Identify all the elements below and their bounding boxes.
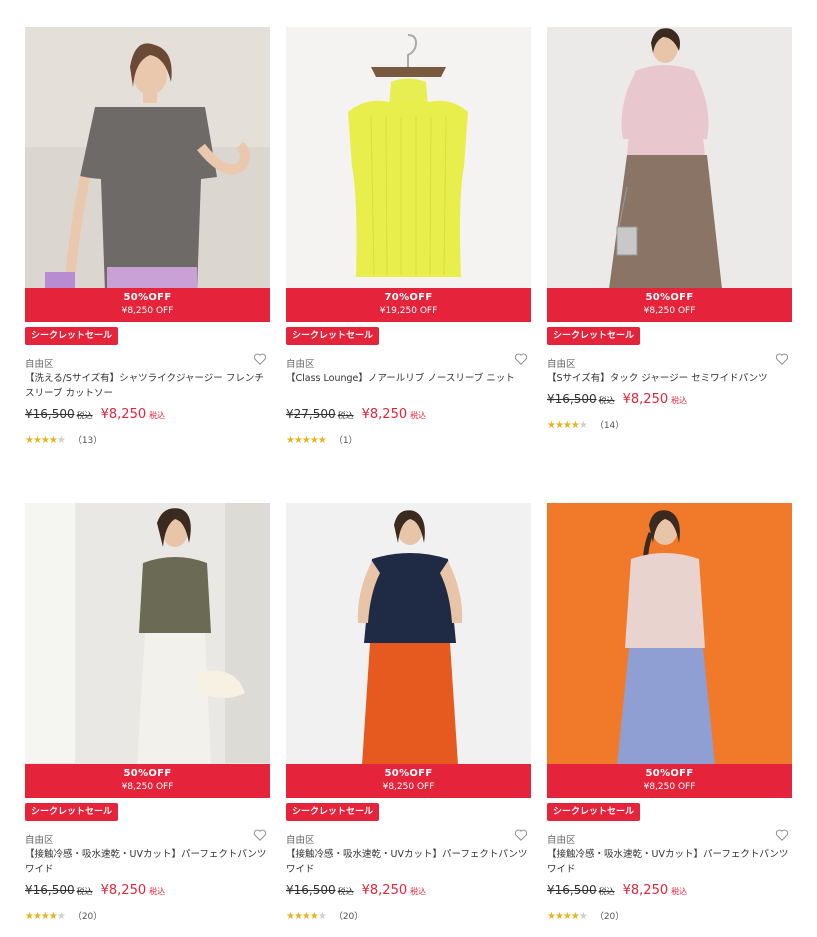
original-price: ¥16,500 (547, 392, 597, 406)
rating-row: ★★★★★ （20） (25, 909, 102, 922)
discount-banner: 50%OFF ¥8,250 OFF (25, 288, 270, 322)
rating-row: ★★★★★ （20） (286, 909, 363, 922)
brand-name: 自由区 (547, 359, 576, 370)
brand-name: 自由区 (286, 359, 315, 370)
heart-icon[interactable] (775, 352, 789, 366)
heart-icon[interactable] (253, 828, 267, 842)
sale-tax-label: 税込 (671, 887, 688, 896)
secret-sale-badge: シークレットセール (25, 803, 119, 821)
product-card[interactable]: 70%OFF ¥19,250 OFF シークレットセール 自由区 【Class … (286, 27, 531, 446)
brand-name: 自由区 (286, 835, 315, 846)
original-tax-label: 税込 (598, 396, 615, 405)
price-row: ¥16,500 税込 ¥8,250 税込 (25, 407, 165, 422)
product-card[interactable]: 50%OFF ¥8,250 OFF シークレットセール 自由区 【接触冷感・吸水… (286, 503, 531, 922)
sale-price: ¥8,250 (100, 883, 147, 898)
original-tax-label: 税込 (76, 411, 93, 420)
product-image[interactable]: 50%OFF ¥8,250 OFF (547, 27, 792, 322)
discount-banner: 50%OFF ¥8,250 OFF (25, 764, 270, 798)
original-price: ¥27,500 (286, 407, 336, 421)
product-title[interactable]: 【接触冷感・吸水速乾・UVカット】パーフェクトパンツ ワイド (25, 847, 270, 877)
discount-banner: 50%OFF ¥8,250 OFF (547, 288, 792, 322)
sale-tax-label: 税込 (410, 887, 427, 896)
product-image[interactable]: 70%OFF ¥19,250 OFF (286, 27, 531, 322)
rating-stars: ★★★★★ (286, 435, 327, 446)
product-title[interactable]: 【Class Lounge】ノアールリブ ノースリーブ ニット (286, 371, 531, 386)
product-image[interactable]: 50%OFF ¥8,250 OFF (547, 503, 792, 798)
price-row: ¥16,500 税込 ¥8,250 税込 (286, 883, 426, 898)
original-tax-label: 税込 (76, 887, 93, 896)
original-tax-label: 税込 (337, 887, 354, 896)
sale-tax-label: 税込 (149, 411, 166, 420)
product-card[interactable]: 50%OFF ¥8,250 OFF シークレットセール 自由区 【接触冷感・吸水… (25, 503, 270, 922)
original-tax-label: 税込 (337, 411, 354, 420)
secret-sale-badge: シークレットセール (547, 803, 641, 821)
secret-sale-badge: シークレットセール (547, 327, 641, 345)
product-card[interactable]: 50%OFF ¥8,250 OFF シークレットセール 自由区 【Sサイズ有】タ… (547, 27, 792, 431)
original-tax-label: 税込 (598, 887, 615, 896)
sale-tax-label: 税込 (410, 411, 427, 420)
sale-tax-label: 税込 (149, 887, 166, 896)
review-count: （20） (72, 912, 103, 922)
secret-sale-badge: シークレットセール (25, 327, 119, 345)
original-price: ¥16,500 (547, 883, 597, 897)
price-row: ¥16,500 税込 ¥8,250 税込 (547, 392, 687, 407)
heart-icon[interactable] (514, 352, 528, 366)
sale-price: ¥8,250 (100, 407, 147, 422)
review-count: （1） (333, 436, 358, 446)
review-count: （20） (594, 912, 625, 922)
rating-row: ★★★★★ （13） (25, 433, 102, 446)
sale-price: ¥8,250 (361, 883, 408, 898)
brand-name: 自由区 (547, 835, 576, 846)
product-title[interactable]: 【接触冷感・吸水速乾・UVカット】パーフェクトパンツ ワイド (547, 847, 792, 877)
price-row: ¥27,500 税込 ¥8,250 税込 (286, 407, 426, 422)
discount-banner: 50%OFF ¥8,250 OFF (547, 764, 792, 798)
rating-stars: ★★★★★ (25, 435, 66, 446)
rating-stars: ★★★★★ (547, 420, 588, 431)
original-price: ¥16,500 (25, 883, 75, 897)
secret-sale-badge: シークレットセール (286, 327, 380, 345)
heart-icon[interactable] (253, 352, 267, 366)
original-price: ¥16,500 (25, 407, 75, 421)
product-image[interactable]: 50%OFF ¥8,250 OFF (25, 503, 270, 798)
secret-sale-badge: シークレットセール (286, 803, 380, 821)
price-row: ¥16,500 税込 ¥8,250 税込 (25, 883, 165, 898)
price-row: ¥16,500 税込 ¥8,250 税込 (547, 883, 687, 898)
sale-price: ¥8,250 (361, 407, 408, 422)
brand-name: 自由区 (25, 835, 54, 846)
rating-stars: ★★★★★ (286, 911, 327, 922)
product-image[interactable]: 50%OFF ¥8,250 OFF (286, 503, 531, 798)
rating-row: ★★★★★ （1） (286, 433, 358, 446)
product-title[interactable]: 【洗える/Sサイズ有】シャツライクジャージー フレンチスリーブ カットソー (25, 371, 270, 401)
sale-price: ¥8,250 (622, 392, 669, 407)
review-count: （20） (333, 912, 364, 922)
product-card[interactable]: 50%OFF ¥8,250 OFF シークレットセール 自由区 【接触冷感・吸水… (547, 503, 792, 922)
product-title[interactable]: 【Sサイズ有】タック ジャージー セミワイドパンツ (547, 371, 792, 386)
rating-stars: ★★★★★ (25, 911, 66, 922)
review-count: （14） (594, 421, 625, 431)
product-card[interactable]: 50%OFF ¥8,250 OFF シークレットセール 自由区 【洗える/Sサイ… (25, 27, 270, 446)
brand-name: 自由区 (25, 359, 54, 370)
discount-banner: 70%OFF ¥19,250 OFF (286, 288, 531, 322)
product-title[interactable]: 【接触冷感・吸水速乾・UVカット】パーフェクトパンツ ワイド (286, 847, 531, 877)
review-count: （13） (72, 436, 103, 446)
sale-tax-label: 税込 (671, 396, 688, 405)
heart-icon[interactable] (775, 828, 789, 842)
heart-icon[interactable] (514, 828, 528, 842)
rating-row: ★★★★★ （14） (547, 418, 624, 431)
discount-banner: 50%OFF ¥8,250 OFF (286, 764, 531, 798)
sale-price: ¥8,250 (622, 883, 669, 898)
product-image[interactable]: 50%OFF ¥8,250 OFF (25, 27, 270, 322)
original-price: ¥16,500 (286, 883, 336, 897)
rating-row: ★★★★★ （20） (547, 909, 624, 922)
rating-stars: ★★★★★ (547, 911, 588, 922)
